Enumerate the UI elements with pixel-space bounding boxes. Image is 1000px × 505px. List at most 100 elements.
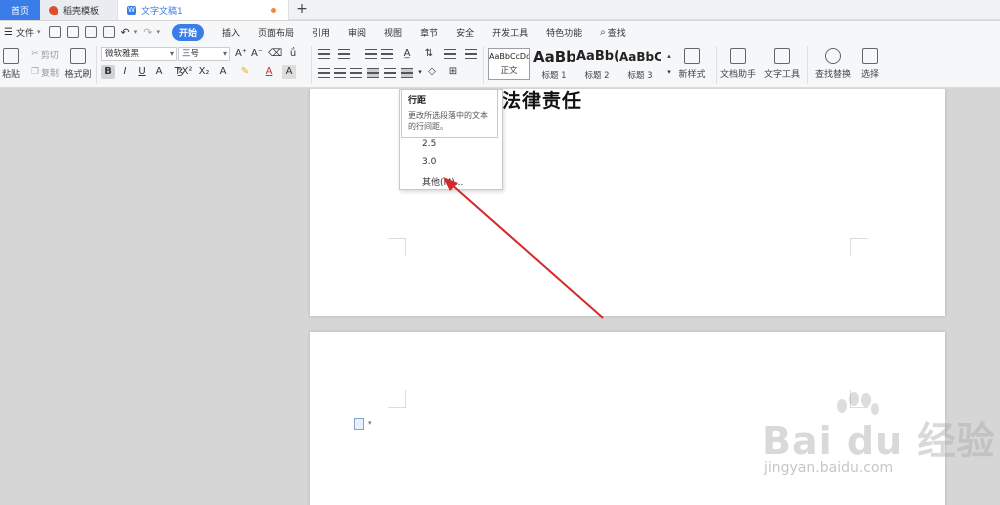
- tab-chapter[interactable]: 章节: [420, 26, 438, 39]
- tab-view[interactable]: 视图: [384, 26, 402, 39]
- new-style-button[interactable]: 新样式: [674, 46, 710, 82]
- align-left-icon[interactable]: [318, 68, 330, 78]
- align-center-icon[interactable]: [334, 68, 346, 78]
- underline-button[interactable]: U: [135, 65, 149, 79]
- copy-label: 复制: [41, 68, 60, 79]
- line-spacing-option[interactable]: 2.5: [422, 139, 436, 149]
- format-painter-button[interactable]: 格式刷: [64, 46, 92, 82]
- new-style-icon: [684, 48, 700, 64]
- redo-icon[interactable]: ↷: [143, 26, 152, 39]
- cut-button[interactable]: ✂ 剪切: [28, 48, 62, 61]
- find-replace-button[interactable]: 查找替换: [812, 46, 854, 82]
- paste-options-icon[interactable]: [354, 418, 364, 430]
- tab-references[interactable]: 引用: [312, 26, 330, 39]
- hamburger-icon: ☰: [4, 26, 13, 38]
- wrench-icon: [774, 48, 790, 64]
- bullet-list-icon[interactable]: [318, 49, 330, 59]
- style-heading-3-label: 标题 3: [627, 71, 653, 81]
- select-button[interactable]: 选择: [856, 46, 884, 82]
- margin-corner-mark: [388, 238, 406, 256]
- shading-icon[interactable]: ◇: [425, 65, 439, 79]
- save-as-icon[interactable]: [66, 26, 79, 38]
- ribbon-toolbar: 粘贴 ✂ 剪切 ❐ 复制 格式刷 微软雅黑 三号 A⁺ A⁻ ⌫ ǘ B I U…: [0, 43, 1000, 88]
- distributed-icon[interactable]: [384, 68, 396, 78]
- style-normal-label: 正文: [500, 66, 518, 76]
- document-heading[interactable]: 法律责任: [502, 89, 582, 113]
- undo-icon[interactable]: ↶: [121, 26, 130, 39]
- font-color-icon[interactable]: A: [262, 65, 276, 79]
- tab-home[interactable]: 首页: [0, 0, 40, 20]
- paste-button[interactable]: 粘贴: [0, 46, 22, 82]
- grow-font-icon[interactable]: A⁺: [234, 47, 248, 61]
- menu-bar: ☰ 文件 ▾ ↶ ▾ ↷ ▾ 开始 插入 页面布局 引用 审阅 视图 章节 安全…: [0, 21, 1000, 43]
- font-size-select[interactable]: 三号: [178, 47, 230, 61]
- font-name-select[interactable]: 微软雅黑: [101, 47, 177, 61]
- tab-document[interactable]: W 文字文稿1: [117, 0, 289, 20]
- save-icon[interactable]: [48, 26, 61, 38]
- style-heading-3[interactable]: AaBbC( 标题 3: [619, 48, 661, 81]
- tab-page-layout[interactable]: 页面布局: [258, 26, 294, 39]
- find-replace-label: 查找替换: [814, 70, 851, 80]
- phonetic-guide-icon[interactable]: ǘ: [286, 47, 300, 61]
- show-hide-marks-icon[interactable]: [444, 49, 456, 59]
- tab-developer[interactable]: 开发工具: [492, 26, 528, 39]
- shrink-font-icon[interactable]: A⁻: [250, 47, 264, 61]
- highlight-icon[interactable]: ✎: [238, 65, 252, 79]
- more-icon[interactable]: ▾: [156, 28, 160, 36]
- new-tab-button[interactable]: +: [294, 0, 310, 20]
- font-effect-icon[interactable]: A: [152, 65, 166, 79]
- style-heading-1[interactable]: AaBb 标题 1: [533, 48, 575, 81]
- undo-dropdown-icon[interactable]: ▾: [134, 28, 138, 36]
- copy-button[interactable]: ❐ 复制: [28, 66, 62, 79]
- format-painter-icon: [70, 48, 86, 64]
- file-menu[interactable]: ☰ 文件 ▾: [4, 26, 41, 39]
- tab-special-features[interactable]: 特色功能: [546, 26, 582, 39]
- style-heading-3-sample: AaBbC(: [619, 50, 661, 64]
- ribbon-separator: [807, 46, 808, 84]
- tab-security[interactable]: 安全: [456, 26, 474, 39]
- style-heading-2[interactable]: AaBb( 标题 2: [576, 48, 618, 81]
- paste-label: 粘贴: [1, 70, 20, 80]
- print-icon[interactable]: [84, 26, 97, 38]
- char-shading-icon[interactable]: A: [282, 65, 296, 79]
- line-spacing-other-option[interactable]: 其他(M)...: [422, 175, 463, 188]
- borders-icon[interactable]: ⊞: [446, 65, 460, 79]
- search-command[interactable]: ⌕ 查找: [600, 26, 626, 39]
- doc-assistant-button[interactable]: 文档助手: [719, 46, 757, 82]
- table-convert-icon[interactable]: [465, 49, 477, 59]
- clear-format-icon[interactable]: ⌫: [268, 47, 282, 61]
- text-effect-icon[interactable]: A: [216, 65, 230, 79]
- align-right-icon[interactable]: [350, 68, 362, 78]
- scissors-icon: ✂: [31, 49, 39, 59]
- line-spacing-icon[interactable]: [401, 68, 413, 78]
- style-heading-1-label: 标题 1: [541, 71, 567, 81]
- justify-icon[interactable]: [367, 68, 379, 78]
- tab-start[interactable]: 开始: [171, 23, 204, 41]
- text-tools-button[interactable]: 文字工具: [760, 46, 804, 82]
- numbered-list-icon[interactable]: [338, 49, 350, 59]
- watermark-url: jingyan.baidu.com: [764, 460, 894, 476]
- search-label: 查找: [607, 28, 626, 39]
- increase-indent-icon[interactable]: [381, 49, 393, 59]
- tab-review[interactable]: 审阅: [348, 26, 366, 39]
- style-heading-1-sample: AaBb: [533, 48, 575, 66]
- bold-button[interactable]: B: [101, 65, 115, 79]
- doc-assistant-label: 文档助手: [719, 70, 756, 80]
- file-menu-label: 文件: [15, 28, 34, 39]
- style-normal[interactable]: AaBbCcDd 正文: [488, 48, 530, 80]
- writer-doc-icon: W: [127, 5, 136, 15]
- superscript-icon[interactable]: X²: [180, 65, 194, 79]
- print-preview-icon[interactable]: [102, 26, 115, 38]
- italic-button[interactable]: I: [118, 65, 132, 79]
- ribbon-separator: [311, 46, 312, 84]
- tab-templates-label: 稻壳模板: [63, 6, 100, 17]
- tab-templates[interactable]: 稻壳模板: [40, 0, 116, 20]
- line-spacing-option[interactable]: 3.0: [422, 157, 436, 167]
- paste-options-chevron-icon[interactable]: ▾: [368, 419, 372, 427]
- subscript-icon[interactable]: X₂: [197, 65, 211, 79]
- decrease-indent-icon[interactable]: [365, 49, 377, 59]
- margin-corner-mark: [388, 390, 406, 408]
- sort-icon[interactable]: ⇅: [422, 47, 436, 61]
- tab-insert[interactable]: 插入: [222, 26, 240, 39]
- chinese-layout-icon[interactable]: A̲: [400, 47, 414, 61]
